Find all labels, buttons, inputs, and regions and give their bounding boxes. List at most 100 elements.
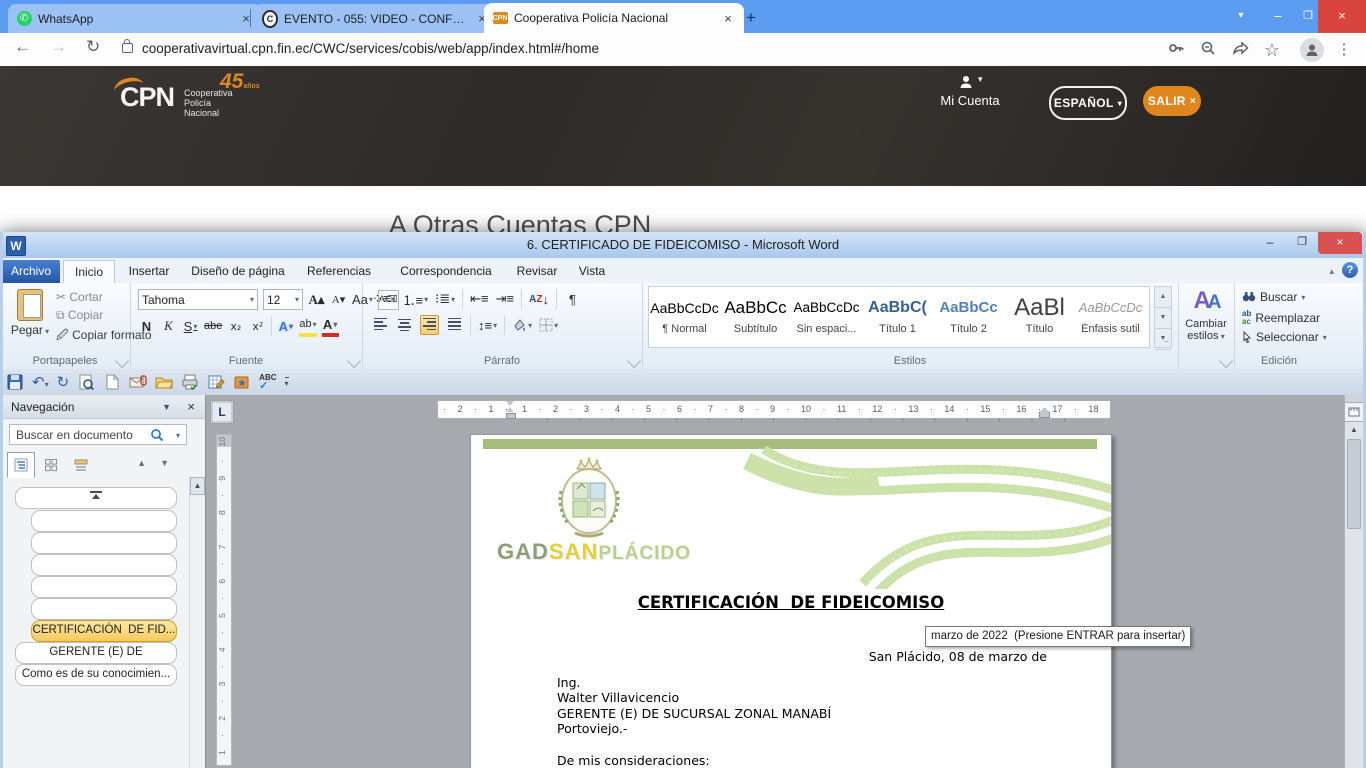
word-close-button[interactable]: × — [1318, 232, 1362, 254]
vertical-ruler[interactable]: 1 · 2 · 3 · 4 · 5 · 6 · 7 · 8 · 9 · 10 — [216, 434, 232, 766]
nav-item[interactable] — [31, 510, 177, 532]
document-scrollbar[interactable]: ▲ — [1344, 395, 1363, 768]
spelling-icon[interactable]: ABC✓ — [259, 374, 276, 391]
folder-star-icon[interactable] — [233, 373, 251, 391]
search-options-chevron-icon[interactable]: ▾ — [176, 425, 180, 446]
nav-item[interactable] — [31, 576, 177, 598]
font-size-combo[interactable]: 12▾ — [263, 289, 303, 310]
password-key-icon[interactable] — [1166, 40, 1186, 60]
style-titulo1[interactable]: AaBbC( Título 1 — [862, 287, 933, 347]
qat-overflow-icon[interactable]: ▾ — [285, 377, 289, 388]
style-sin-espaciado[interactable]: AaBbCcDc Sin espaci... — [791, 287, 862, 347]
subscript-button[interactable]: x₂ — [227, 317, 244, 335]
word-title-bar[interactable]: W 6. CERTIFICADO DE FIDEICOMISO - Micros… — [0, 232, 1366, 258]
superscript-button[interactable]: x² — [249, 317, 266, 335]
nav-item[interactable] — [31, 554, 177, 576]
edit-table-icon[interactable] — [207, 373, 225, 391]
style-titulo[interactable]: AaBl Título — [1004, 287, 1075, 347]
results-view-tab[interactable] — [67, 452, 95, 478]
undo-icon[interactable]: ↶▾ — [32, 373, 49, 391]
strikethrough-button[interactable]: abe — [204, 317, 222, 335]
paste-button[interactable]: Pegar ▾ — [8, 287, 52, 353]
horizontal-ruler[interactable]: · 2 · 1 · 1 · 2 · 3 · 4 · 5 · 6 · 7 · 8 … — [437, 400, 1111, 419]
zoom-icon[interactable] — [1198, 40, 1218, 60]
browser-menu-icon[interactable]: ⋮ — [1334, 40, 1354, 60]
url-bar[interactable]: cooperativavirtual.cpn.fin.ec/CWC/servic… — [142, 41, 599, 56]
profile-avatar[interactable] — [1300, 38, 1324, 62]
tab-insertar[interactable]: Insertar — [118, 260, 180, 283]
cpn-logo[interactable]: CPN Cooperativa Policía Nacional 45años — [120, 82, 174, 126]
bullets-button[interactable]: ⁘≡▾ — [372, 290, 396, 308]
open-folder-icon[interactable] — [155, 373, 173, 391]
numbering-button[interactable]: ⒈≡▾ — [403, 290, 429, 308]
shrink-font-button[interactable]: A▾ — [330, 291, 347, 309]
tab-inicio[interactable]: Inicio — [63, 260, 115, 284]
scroll-thumb[interactable] — [1347, 439, 1361, 529]
increase-indent-button[interactable]: ⇥≡ — [496, 290, 514, 308]
style-subtitulo[interactable]: AaBbCc Subtítulo — [720, 287, 791, 347]
logout-button[interactable]: SALIR× — [1143, 86, 1201, 116]
text-effects-button[interactable]: A▾ — [277, 317, 294, 335]
scroll-up-icon[interactable]: ▲ — [1345, 422, 1363, 437]
close-tab-icon[interactable]: × — [238, 11, 254, 26]
nav-item-top[interactable] — [15, 487, 177, 509]
justify-button[interactable] — [446, 316, 463, 334]
decrease-indent-button[interactable]: ⇤≡ — [470, 290, 488, 308]
save-icon[interactable] — [6, 373, 24, 391]
style-normal[interactable]: AaBbCcDc ¶ Normal — [649, 287, 720, 347]
new-document-icon[interactable] — [103, 373, 121, 391]
change-styles-button[interactable]: AA Cambiar estilos ▾ — [1178, 287, 1234, 343]
copy-button[interactable]: ⧉ Copiar — [56, 308, 103, 323]
envelope-attach-icon[interactable] — [129, 373, 147, 391]
nav-pane-scrollbar[interactable]: ▲ — [189, 477, 205, 768]
style-enfasis-sutil[interactable]: AaBbCcDc Énfasis sutil — [1075, 287, 1146, 347]
nav-item[interactable] — [31, 532, 177, 554]
forward-icon[interactable]: → — [50, 37, 67, 57]
tab-evento[interactable]: C EVENTO - 055: VIDEO - CONFERE × — [254, 4, 498, 33]
align-left-button[interactable] — [372, 316, 389, 334]
pages-view-tab[interactable] — [37, 452, 65, 478]
align-right-button[interactable] — [420, 315, 439, 335]
bold-button[interactable]: N — [138, 317, 155, 335]
tab-vista[interactable]: Vista — [569, 260, 615, 283]
italic-button[interactable]: K — [160, 317, 177, 335]
nav-item-certificacion[interactable]: CERTIFICACIÓN DE FID... — [31, 620, 177, 642]
tab-archivo[interactable]: Archivo — [2, 260, 60, 283]
bookmark-star-icon[interactable]: ☆ — [1262, 40, 1282, 60]
close-tab-icon[interactable]: × — [720, 11, 736, 26]
nav-item-como[interactable]: Como es de su conocimien... — [15, 664, 177, 686]
cut-button[interactable]: ✂ Cortar — [56, 290, 103, 304]
sort-button[interactable]: AZ↓ — [529, 290, 549, 308]
tab-revisar[interactable]: Revisar — [510, 260, 564, 283]
close-window-button[interactable]: × — [1318, 0, 1366, 33]
underline-button[interactable]: S▾ — [182, 317, 199, 335]
show-paragraph-marks-button[interactable]: ¶ — [564, 290, 581, 308]
pane-close-icon[interactable]: × — [187, 395, 195, 419]
shading-button[interactable]: ▾ — [512, 316, 532, 334]
my-account-button[interactable]: ▾ Mi Cuenta — [940, 74, 1000, 108]
highlight-button[interactable]: ab▾ — [299, 315, 316, 337]
nav-prev-next-arrows[interactable]: ▲▼ — [137, 458, 183, 468]
styles-gallery-arrows[interactable]: ▲▼▼̲ — [1154, 286, 1172, 348]
font-color-button[interactable]: A▾ — [322, 315, 339, 337]
nav-item[interactable] — [31, 598, 177, 620]
share-icon[interactable] — [1230, 40, 1250, 60]
split-handle[interactable] — [1345, 395, 1363, 403]
ruler-toggle-button[interactable] — [1345, 403, 1363, 422]
new-tab-button[interactable]: + — [738, 6, 764, 32]
tab-referencias[interactable]: Referencias — [296, 260, 382, 283]
dialog-launcher-icon[interactable] — [1219, 354, 1233, 368]
help-icon[interactable]: ? — [1342, 262, 1358, 278]
indent-marker[interactable] — [506, 401, 515, 418]
print-icon[interactable] — [181, 373, 199, 391]
tab-stop-selector[interactable]: L — [210, 400, 234, 424]
tab-correspondencia[interactable]: Correspondencia — [388, 260, 504, 283]
font-family-combo[interactable]: Tahoma▾ — [138, 289, 258, 310]
replace-button[interactable]: abac Reemplazar — [1242, 310, 1320, 326]
word-minimize-button[interactable]: – — [1255, 232, 1285, 254]
document-page[interactable]: GADSANPLÁCIDO CERTIFICACIÓN DE FIDEICOMI… — [470, 434, 1112, 768]
line-spacing-button[interactable]: ↕≡▾ — [478, 316, 497, 334]
nav-item-gerente[interactable]: GERENTE (E) DE SUCURSAL... — [15, 642, 177, 664]
align-center-button[interactable] — [396, 316, 413, 334]
tab-diseno[interactable]: Diseño de página — [185, 260, 291, 283]
